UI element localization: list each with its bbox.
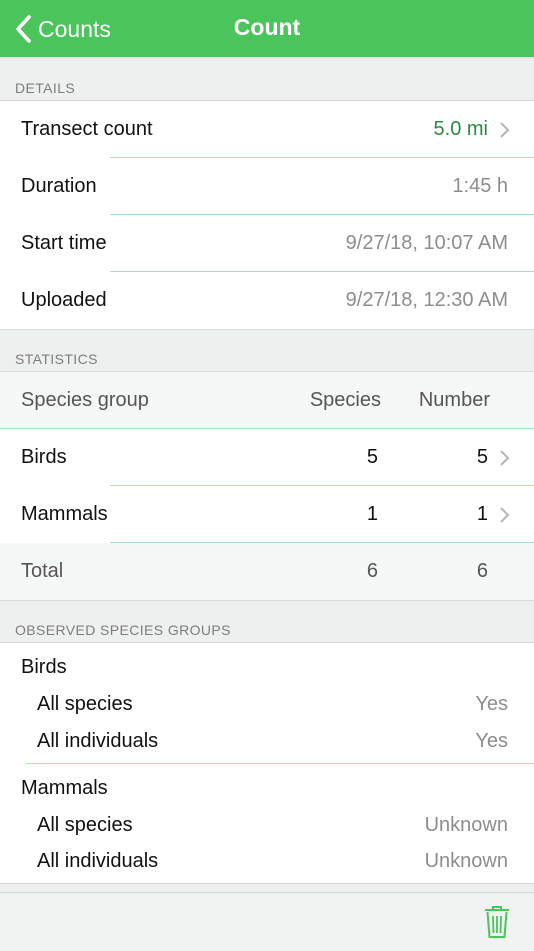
mammals-group-label: Mammals xyxy=(21,503,108,525)
uploaded-row: Uploaded 9/27/18, 12:30 AM xyxy=(0,272,534,329)
total-number-count: 6 xyxy=(476,560,488,582)
birds-all-individuals-value: Yes xyxy=(475,730,508,752)
total-species-count: 6 xyxy=(366,560,378,582)
navigation-bar: Counts Count xyxy=(0,0,534,57)
mammals-number-count: 1 xyxy=(476,503,488,525)
chevron-right-icon xyxy=(500,450,510,466)
back-button-label: Counts xyxy=(38,15,111,42)
species-group-column-header: Species group xyxy=(21,389,149,411)
chevron-right-icon xyxy=(500,507,510,523)
mammals-all-species-value: Unknown xyxy=(424,814,508,836)
observed-section-header: OBSERVED SPECIES GROUPS xyxy=(15,622,231,638)
chevron-right-icon xyxy=(500,122,510,138)
trash-icon[interactable] xyxy=(484,905,510,939)
duration-value: 1:45 h xyxy=(452,175,508,197)
duration-row: Duration 1:45 h xyxy=(0,158,534,215)
birds-all-individuals-label: All individuals xyxy=(37,730,159,752)
start-time-row: Start time 9/27/18, 10:07 AM xyxy=(0,215,534,272)
chevron-left-icon xyxy=(16,15,31,43)
mammals-all-species-label: All species xyxy=(37,814,133,836)
transect-count-label: Transect count xyxy=(21,118,153,140)
birds-group-title: Birds xyxy=(21,656,67,678)
birds-all-species-value: Yes xyxy=(475,693,508,715)
total-label: Total xyxy=(21,560,64,582)
statistics-card: Species group Species Number Birds 5 5 M… xyxy=(0,371,534,601)
species-column-header: Species xyxy=(309,389,381,411)
details-section-header: DETAILS xyxy=(15,80,76,96)
uploaded-value: 9/27/18, 12:30 AM xyxy=(345,289,508,311)
transect-count-row[interactable]: Transect count 5.0 mi xyxy=(0,101,534,158)
birds-stats-row[interactable]: Birds 5 5 xyxy=(0,429,534,486)
start-time-label: Start time xyxy=(21,232,107,254)
observed-card: Birds All species Yes All individuals Ye… xyxy=(0,642,534,884)
mammals-all-individuals-value: Unknown xyxy=(424,850,508,872)
uploaded-label: Uploaded xyxy=(21,289,107,311)
duration-label: Duration xyxy=(21,175,97,197)
back-button[interactable]: Counts xyxy=(14,12,111,46)
group-divider xyxy=(26,763,534,764)
statistics-section-header: STATISTICS xyxy=(15,351,98,367)
details-card: Transect count 5.0 mi Duration 1:45 h St… xyxy=(0,100,534,330)
mammals-group-title: Mammals xyxy=(21,777,108,799)
birds-group-label: Birds xyxy=(21,446,67,468)
start-time-value: 9/27/18, 10:07 AM xyxy=(345,232,508,254)
mammals-species-count: 1 xyxy=(366,503,378,525)
mammals-all-individuals-label: All individuals xyxy=(37,850,159,872)
bottom-toolbar xyxy=(0,892,534,951)
statistics-header-row: Species group Species Number xyxy=(0,372,534,429)
birds-species-count: 5 xyxy=(366,446,378,468)
total-stats-row: Total 6 6 xyxy=(0,543,534,600)
number-column-header: Number xyxy=(418,389,490,411)
mammals-stats-row[interactable]: Mammals 1 1 xyxy=(0,486,534,543)
transect-count-value: 5.0 mi xyxy=(433,118,488,140)
birds-number-count: 5 xyxy=(476,446,488,468)
birds-all-species-label: All species xyxy=(37,693,133,715)
